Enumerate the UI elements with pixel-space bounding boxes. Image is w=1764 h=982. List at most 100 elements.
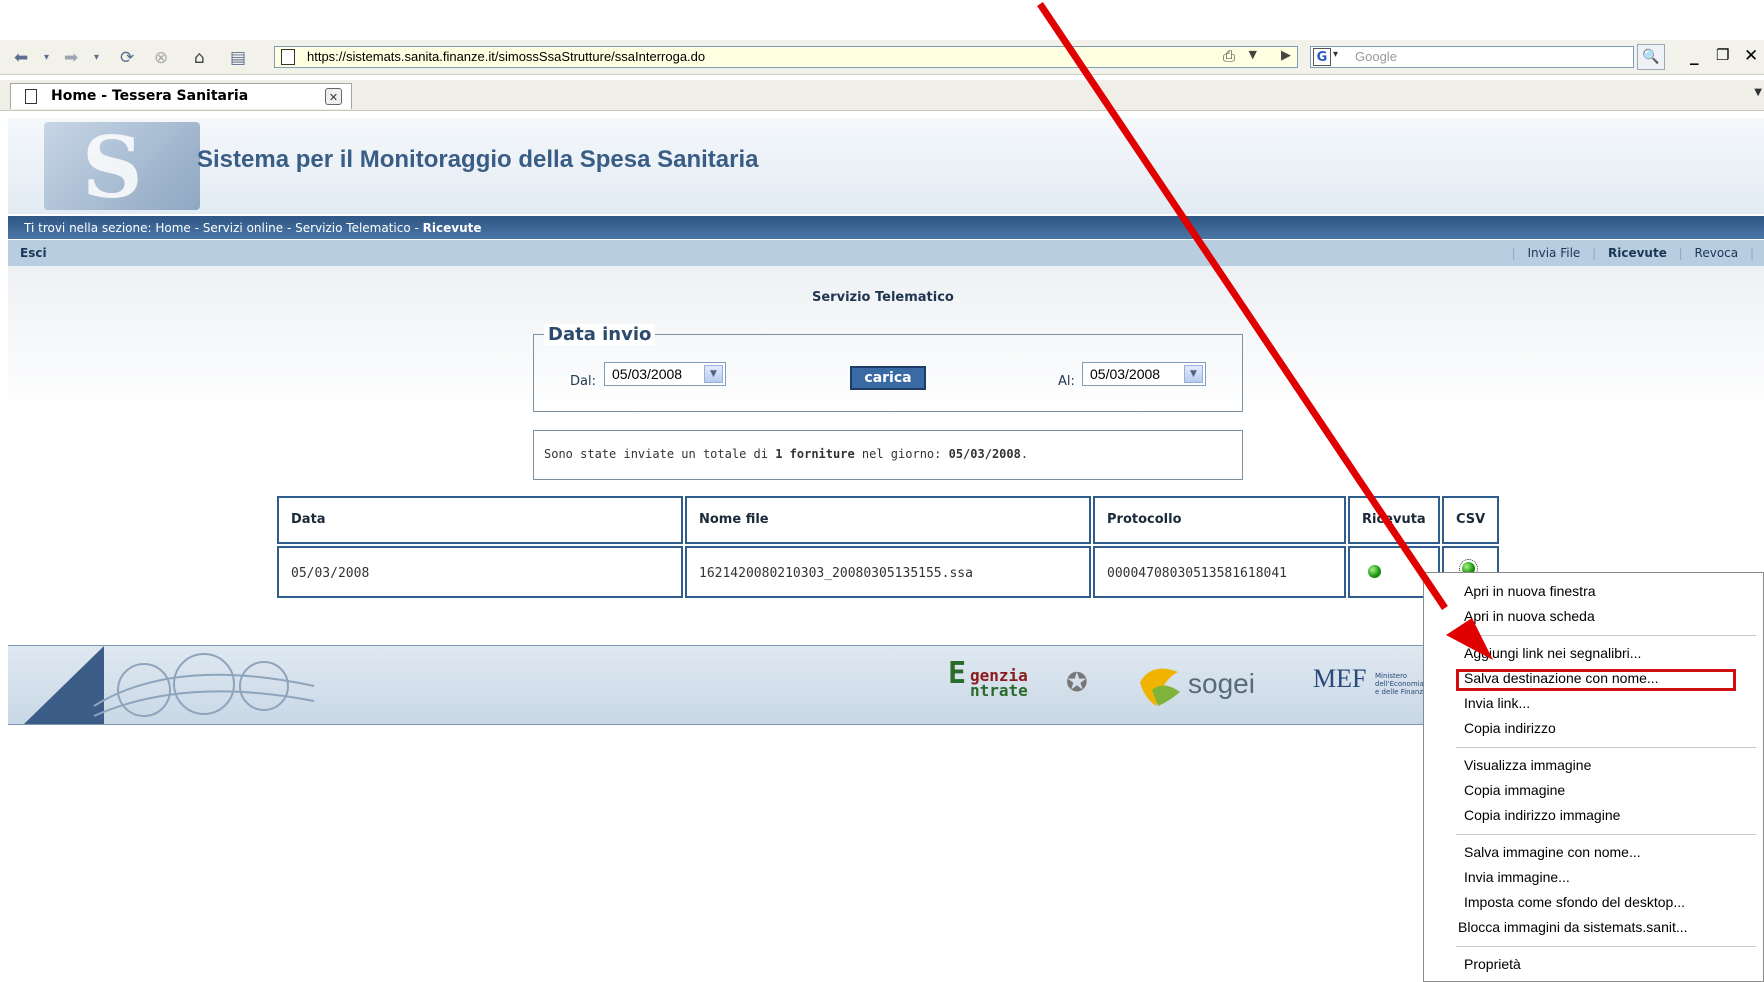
header-nome-file: Nome file <box>685 496 1091 544</box>
ricevuta-download-icon[interactable] <box>1368 565 1381 578</box>
header-protocollo-label: Protocollo <box>1107 512 1182 527</box>
header-protocollo: Protocollo <box>1093 496 1346 544</box>
tab-bar: Home - Tessera Sanitaria ✕ ▼ <box>0 80 1764 111</box>
menu-item-imposta-sfondo[interactable]: Imposta come sfondo del desktop... <box>1464 894 1685 910</box>
site-menu-bar: Esci | Invia File | Ricevute | Revoca | <box>8 240 1764 267</box>
menu-item-copia-immagine[interactable]: Copia immagine <box>1464 782 1565 798</box>
summary-end: . <box>1020 447 1029 461</box>
address-bar[interactable]: https://sistemats.sanita.finanze.it/simo… <box>274 46 1298 68</box>
menu-item-invia-immagine[interactable]: Invia immagine... <box>1464 869 1570 885</box>
reload-icon[interactable]: ⟳ <box>120 47 134 69</box>
row-data-value: 05/03/2008 <box>291 566 370 581</box>
row-nome-file-value: 1621420080210303_20080305135155.ssa <box>699 566 973 581</box>
close-window-icon[interactable]: ✕ <box>1744 46 1758 66</box>
table-row-cell-protocollo: 00004708030513581618041 <box>1093 546 1346 598</box>
summary-mid: nel giorno: <box>854 447 949 461</box>
breadcrumb-text: Ti trovi nella sezione: Home - Servizi o… <box>24 221 482 235</box>
menu-revoca[interactable]: Revoca <box>1695 246 1739 260</box>
menu-invia-file[interactable]: Invia File <box>1527 246 1580 260</box>
ts-logo: S <box>44 118 200 217</box>
home-icon[interactable]: ⌂ <box>194 47 205 69</box>
agenzia-initial: E <box>948 656 967 691</box>
header-ricevuta: Ricevuta <box>1348 496 1440 544</box>
summary-text: Sono state inviate un totale di 1 fornit… <box>544 447 1028 461</box>
stop-icon[interactable]: ⊗ <box>154 47 168 69</box>
google-engine-icon[interactable]: G <box>1313 48 1331 66</box>
header-nome-file-label: Nome file <box>699 512 769 527</box>
carica-button[interactable]: carica <box>850 366 926 390</box>
tab-document-icon <box>25 89 37 104</box>
breadcrumb-path[interactable]: Ti trovi nella sezione: Home - Servizi o… <box>24 221 423 235</box>
minimize-icon[interactable]: _ <box>1690 46 1699 66</box>
menu-item-blocca-immagini[interactable]: Blocca immagini da sistemats.sanit... <box>1458 919 1688 935</box>
menu-item-visualizza-immagine[interactable]: Visualizza immagine <box>1464 757 1591 773</box>
header-data: Data <box>277 496 683 544</box>
ts-logo-letter: S <box>82 118 143 217</box>
al-label: Al: <box>1058 374 1075 389</box>
header-ricevuta-label: Ricevuta <box>1362 512 1426 527</box>
menu-separator <box>1456 635 1756 636</box>
right-menu: | Invia File | Ricevute | Revoca | <box>1511 246 1754 260</box>
table-row-cell-nome-file: 1621420080210303_20080305135155.ssa <box>685 546 1091 598</box>
mef-sub-3: e delle Finanze <box>1375 688 1428 696</box>
menu-separator <box>1456 834 1756 835</box>
forward-arrow-icon[interactable]: ➡ <box>64 47 78 69</box>
page-document-icon <box>281 49 295 65</box>
menu-item-apri-finestra[interactable]: Apri in nuova finestra <box>1464 583 1596 599</box>
menu-item-proprieta[interactable]: Proprietà <box>1464 956 1521 972</box>
fieldset-legend: Data invio <box>544 324 656 345</box>
tab-home-tessera[interactable]: Home - Tessera Sanitaria ✕ <box>10 83 352 109</box>
sogei-mark-icon <box>1140 668 1180 706</box>
tab-list-dropdown-icon[interactable]: ▼ <box>1754 87 1762 98</box>
bookmarks-icon[interactable]: ▤ <box>230 47 246 69</box>
header-csv: CSV <box>1442 496 1499 544</box>
back-dropdown-icon[interactable]: ▾ <box>44 47 49 69</box>
mef-sub-1: Ministero <box>1375 672 1408 680</box>
search-placeholder: Google <box>1355 49 1397 64</box>
summary-date: 05/03/2008 <box>948 447 1021 461</box>
dal-date-select[interactable]: 05/03/2008 ▼ <box>604 362 726 386</box>
summary-pre: Sono state inviate un totale di <box>544 447 776 461</box>
address-dropdown-icon[interactable]: ▼ <box>1249 48 1257 61</box>
menu-item-copia-indirizzo-immagine[interactable]: Copia indirizzo immagine <box>1464 807 1620 823</box>
tab-close-icon[interactable]: ✕ <box>325 88 342 105</box>
tab-title: Home - Tessera Sanitaria <box>51 88 249 104</box>
chevron-down-icon[interactable]: ▼ <box>704 365 723 383</box>
mef-sub-2: dell'Economia <box>1375 680 1424 688</box>
menu-separator <box>1456 747 1756 748</box>
header-data-label: Data <box>291 512 326 527</box>
esci-link[interactable]: Esci <box>20 246 47 260</box>
chevron-down-icon[interactable]: ▼ <box>1184 365 1203 383</box>
summary-space <box>782 447 789 461</box>
menu-item-copia-indirizzo[interactable]: Copia indirizzo <box>1464 720 1556 736</box>
breadcrumb: Ti trovi nella sezione: Home - Servizi o… <box>8 216 1764 239</box>
go-arrow-icon[interactable]: ▶ <box>1281 48 1291 63</box>
summary-word: forniture <box>789 447 855 461</box>
menu-item-invia-link[interactable]: Invia link... <box>1464 695 1530 711</box>
page-info-icon[interactable]: ⎙ <box>1223 47 1235 65</box>
site-header: S Sistema per il Monitoraggio della Spes… <box>8 118 1764 217</box>
forward-dropdown-icon[interactable]: ▾ <box>94 47 99 69</box>
dal-date-value: 05/03/2008 <box>612 366 683 382</box>
menu-ricevute[interactable]: Ricevute <box>1608 246 1667 260</box>
menu-item-aggiungi-segnalibri[interactable]: Aggiungi link nei segnalibri... <box>1464 645 1641 661</box>
highlight-box <box>1456 669 1736 691</box>
mef-logo: MEF <box>1313 664 1367 693</box>
republic-emblem-icon: ✪ <box>1066 668 1088 698</box>
back-arrow-icon[interactable]: ⬅ <box>14 47 28 69</box>
context-menu: Apri in nuova finestra Apri in nuova sch… <box>1423 572 1764 982</box>
engine-dropdown-icon[interactable]: ▾ <box>1333 49 1338 60</box>
browser-toolbar: ⬅ ▾ ➡ ▾ ⟳ ⊗ ⌂ ▤ https://sistemats.sanita… <box>0 40 1764 75</box>
restore-icon[interactable]: ❐ <box>1716 46 1729 64</box>
menu-item-apri-scheda[interactable]: Apri in nuova scheda <box>1464 608 1595 624</box>
al-date-value: 05/03/2008 <box>1090 366 1161 382</box>
table-row-cell-data: 05/03/2008 <box>277 546 683 598</box>
menu-separator <box>1456 946 1756 947</box>
search-magnifier-icon[interactable]: 🔍 <box>1637 44 1665 70</box>
search-box[interactable]: G ▾ Google 🔍 <box>1310 44 1665 70</box>
section-title: Servizio Telematico <box>812 290 954 305</box>
menu-item-salva-immagine[interactable]: Salva immagine con nome... <box>1464 844 1641 860</box>
repubblica-crest-icon <box>24 646 315 724</box>
agenzia-entrate-logo: E genzia ntrate <box>948 656 1028 699</box>
al-date-select[interactable]: 05/03/2008 ▼ <box>1082 362 1206 386</box>
